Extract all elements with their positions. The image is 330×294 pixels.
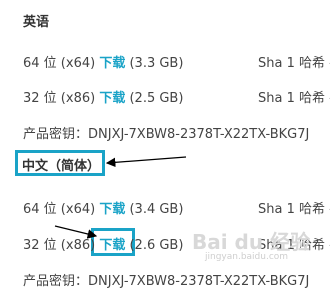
arrow-to-heading (105, 156, 187, 168)
arrow-to-download (54, 225, 98, 239)
annotation-arrows (54, 156, 187, 239)
